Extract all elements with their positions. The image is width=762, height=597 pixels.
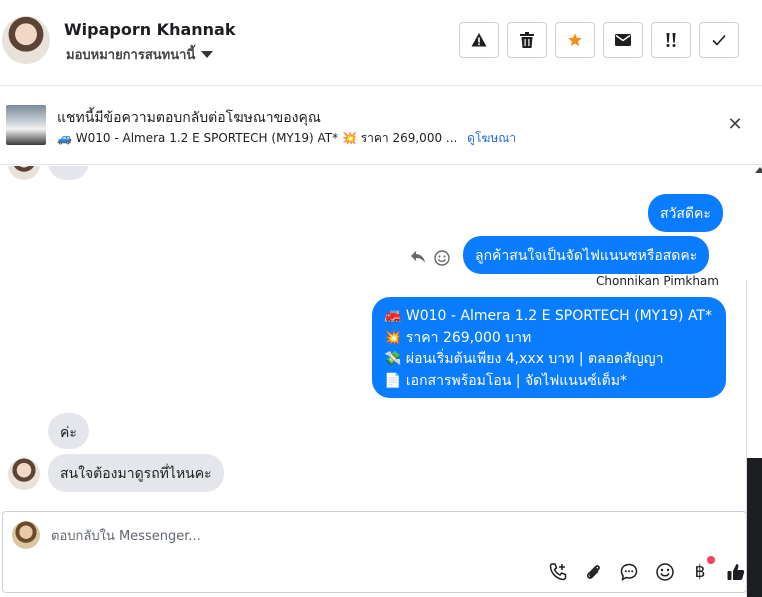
page-avatar: [12, 521, 40, 549]
warning-icon: [471, 33, 487, 47]
incoming-message-partial[interactable]: ค่ะ: [48, 166, 89, 180]
incoming-message[interactable]: ค่ะ: [48, 413, 89, 449]
mark-unread-button[interactable]: [603, 22, 643, 58]
assign-conversation-dropdown[interactable]: มอบหมายการสนทนานี้: [66, 44, 214, 65]
ad-thumbnail[interactable]: [6, 105, 46, 145]
ad-reply-banner: แชทนี้มีข้อความตอบกลับต่อโฆษณาของคุณ 🚙 W…: [0, 87, 762, 165]
reply-icon[interactable]: [410, 250, 426, 270]
notification-dot: [707, 556, 715, 564]
reply-composer: ฿: [2, 511, 747, 593]
outgoing-message[interactable]: ลูกค้าสนใจเป็นจัดไฟแนนซหรือสดคะ: [463, 236, 710, 274]
chat-bubble-icon[interactable]: [617, 560, 641, 584]
trash-icon: [520, 32, 534, 48]
contact-message-avatar: [8, 458, 40, 490]
message-thread: ค่ะ สวัสดีคะ ลูกค้าสนใจเป็นจัดไฟแนนซหรือ…: [0, 166, 746, 510]
assign-label: มอบหมายการสนทนานี้: [66, 48, 196, 63]
ad-message-line: 🚒 W010 - Almera 1.2 E SPORTECH (MY19) AT…: [384, 308, 712, 324]
side-panel-edge: [746, 280, 762, 597]
contact-avatar[interactable]: [2, 16, 50, 64]
ad-message-line: 💥 ราคา 269,000 บาท: [384, 329, 532, 346]
side-panel-dark-block: [747, 458, 762, 597]
ad-banner-title: แชทนี้มีข้อความตอบกลับต่อโฆษณาของคุณ: [57, 110, 321, 126]
conversation-header: Wipaporn Khannak มอบหมายการสนทนานี้: [0, 0, 762, 86]
envelope-icon: [615, 34, 631, 46]
check-icon: [712, 34, 726, 46]
contact-message-avatar: [8, 166, 40, 180]
paperclip-icon[interactable]: [581, 560, 605, 584]
reply-input[interactable]: [51, 526, 651, 546]
messenger-conversation-panel: Wipaporn Khannak มอบหมายการสนทนานี้ แชทน…: [0, 0, 762, 597]
report-spam-button[interactable]: [459, 22, 499, 58]
ad-message-line: 📄 เอกสารพร้อมโอน | จัดไฟแนนซ์เต็ม*: [384, 372, 627, 389]
ad-banner-subtitle: 🚙 W010 - Almera 1.2 E SPORTECH (MY19) AT…: [57, 129, 516, 148]
outgoing-message[interactable]: สวัสดีคะ: [648, 194, 723, 232]
star-button[interactable]: [555, 22, 595, 58]
star-icon: [568, 33, 582, 46]
incoming-message[interactable]: สนใจต้องมาดูรถที่ไหนคะ: [48, 454, 224, 492]
exclamation-icon: [666, 33, 676, 47]
contact-name[interactable]: Wipaporn Khannak: [64, 20, 235, 39]
ad-message-line: 💸 ผ่อนเริ่มต้นเพียง 4,xxx บาท | ตลอดสัญญ…: [384, 351, 664, 367]
delete-button[interactable]: [507, 22, 547, 58]
follow-up-button[interactable]: [651, 22, 691, 58]
phone-plus-icon[interactable]: [546, 560, 570, 584]
outgoing-ad-message[interactable]: 🚒 W010 - Almera 1.2 E SPORTECH (MY19) AT…: [372, 297, 726, 398]
caret-down-icon: [201, 51, 214, 58]
emoji-icon[interactable]: [653, 560, 677, 584]
sender-name: Chonnikan Pimkham: [596, 274, 719, 288]
mark-done-button[interactable]: [699, 22, 739, 58]
react-emoji-icon[interactable]: [434, 250, 450, 270]
scroll-up-caret-icon[interactable]: [755, 167, 762, 173]
thumbs-up-icon[interactable]: [724, 560, 748, 584]
close-icon[interactable]: ✕: [725, 115, 745, 135]
message-actions: [410, 250, 450, 270]
view-ad-link[interactable]: ดูโฆษณา: [467, 131, 516, 145]
ad-banner-subtitle-text: 🚙 W010 - Almera 1.2 E SPORTECH (MY19) AT…: [57, 131, 458, 145]
